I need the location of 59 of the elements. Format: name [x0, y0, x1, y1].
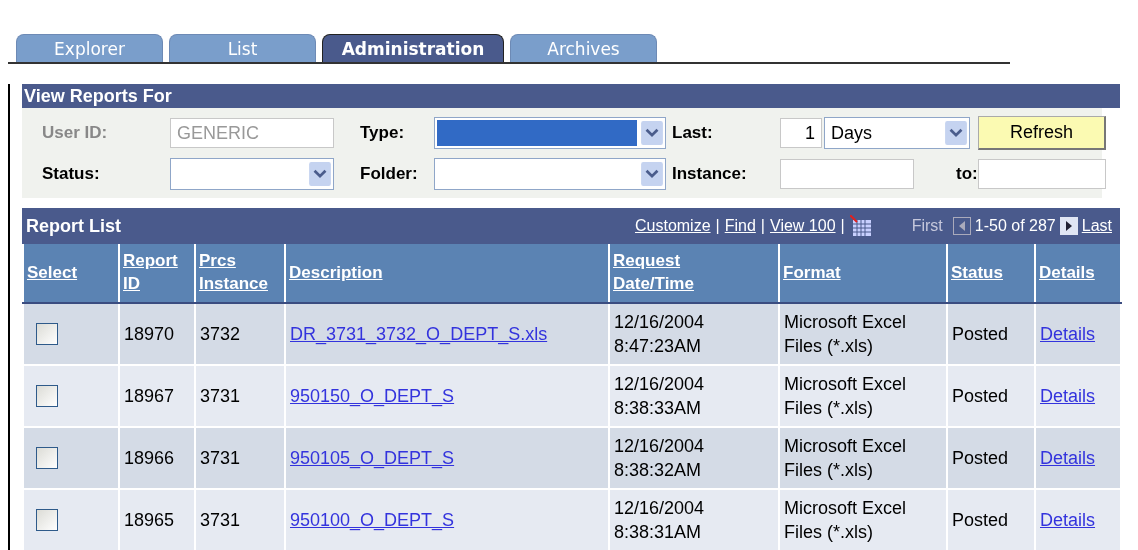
table-cell: 18967 — [119, 365, 195, 427]
refresh-button[interactable]: Refresh — [978, 116, 1106, 150]
table-cell: 3731 — [195, 365, 285, 427]
table-cell: 12/16/2004 8:38:32AM — [609, 427, 779, 489]
input-field[interactable]: 1 — [780, 118, 822, 148]
report-link[interactable]: 950105_O_DEPT_S — [290, 447, 455, 468]
input-field[interactable] — [978, 159, 1106, 189]
checkbox[interactable] — [36, 385, 58, 407]
toolbar-link[interactable]: Find — [724, 217, 756, 235]
tab[interactable]: Administration — [322, 34, 504, 62]
column-header[interactable]: Description — [289, 261, 383, 285]
page-range: 1-50 of 287 — [974, 217, 1056, 235]
table-cell: Microsoft Excel Files (*.xls) — [779, 303, 947, 365]
dropdown-field[interactable]: Days — [824, 117, 970, 149]
field-label: Status: — [42, 164, 101, 184]
field-label: User ID: — [42, 123, 109, 143]
previous-icon — [952, 217, 971, 235]
next-icon[interactable] — [1059, 217, 1078, 235]
table-cell: 3731 — [195, 489, 285, 550]
separator: | — [715, 217, 720, 235]
table-cell: 18966 — [119, 427, 195, 489]
separator: | — [840, 217, 845, 235]
last-link[interactable]: Last — [1081, 217, 1112, 235]
table-cell: 12/16/2004 8:47:23AM — [609, 303, 779, 365]
column-header[interactable]: Format — [783, 261, 841, 285]
dropdown-field[interactable] — [434, 158, 666, 190]
table-cell: 18970 — [119, 303, 195, 365]
table-cell: 3732 — [195, 303, 285, 365]
first-label: First — [911, 217, 943, 235]
field-label: Last: — [672, 123, 714, 143]
table-cell: 12/16/2004 8:38:31AM — [609, 489, 779, 550]
input-field[interactable] — [780, 159, 914, 189]
checkbox[interactable] — [36, 447, 58, 469]
report-link[interactable]: 950150_O_DEPT_S — [290, 385, 455, 406]
field-label: Type: — [360, 123, 406, 143]
section-header: View Reports For — [22, 84, 1120, 108]
table-cell: Posted — [947, 427, 1035, 489]
toolbar-link[interactable]: Customize — [635, 217, 711, 235]
table-cell: Posted — [947, 489, 1035, 550]
dropdown-field[interactable] — [170, 158, 334, 190]
dropdown-field[interactable] — [434, 117, 666, 149]
table-cell: Microsoft Excel Files (*.xls) — [779, 427, 947, 489]
table-cell: 12/16/2004 8:38:33AM — [609, 365, 779, 427]
table-cell: 18965 — [119, 489, 195, 550]
grid-icon[interactable] — [849, 215, 872, 237]
field-label: Instance: — [672, 164, 748, 184]
table-cell: 3731 — [195, 427, 285, 489]
separator: | — [760, 217, 765, 235]
field-label: to: — [956, 164, 978, 184]
section-title: Report List — [26, 215, 122, 237]
table-cell: Microsoft Excel Files (*.xls) — [779, 489, 947, 550]
checkbox[interactable] — [36, 323, 58, 345]
table-cell: Posted — [947, 303, 1035, 365]
checkbox[interactable] — [36, 509, 58, 531]
table-cell: Microsoft Excel Files (*.xls) — [779, 365, 947, 427]
field-label: Folder: — [360, 164, 419, 184]
table-cell: Posted — [947, 365, 1035, 427]
report-link[interactable]: 950100_O_DEPT_S — [290, 509, 455, 530]
toolbar-link[interactable]: View 100 — [770, 217, 836, 235]
